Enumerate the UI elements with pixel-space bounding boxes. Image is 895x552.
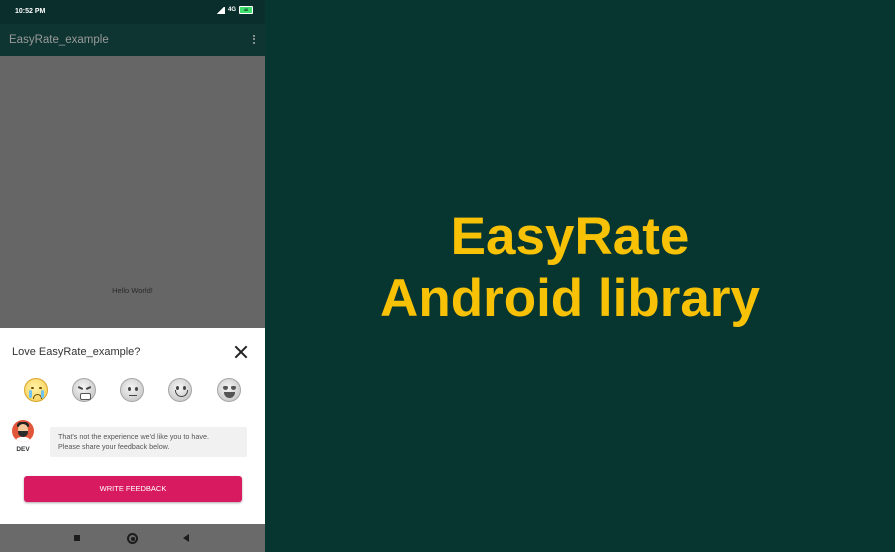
- status-time: 10:52 PM: [15, 8, 46, 15]
- battery-icon: 46: [239, 6, 253, 14]
- heart-eyes-face-icon[interactable]: [217, 378, 241, 402]
- back-icon[interactable]: [183, 534, 189, 542]
- rate-dialog: Love EasyRate_example? DEV That's not th…: [0, 328, 265, 524]
- message-bubble: That's not the experience we'd like you …: [50, 427, 247, 457]
- banner-line-1: EasyRate: [450, 207, 690, 266]
- app-title: EasyRate_example: [9, 34, 109, 46]
- angry-face-icon[interactable]: [72, 378, 96, 402]
- dialog-title: Love EasyRate_example?: [12, 346, 141, 358]
- status-icons: 4G 46: [215, 6, 253, 14]
- neutral-face-icon[interactable]: [120, 378, 144, 402]
- navigation-bar: [0, 524, 265, 552]
- main-content: Hello World!: [0, 56, 265, 328]
- phone-screen: 10:52 PM 4G 46 EasyRate_example Hello Wo…: [0, 0, 265, 552]
- close-icon[interactable]: [233, 344, 249, 360]
- dialog-message: That's not the experience we'd like you …: [58, 432, 209, 451]
- write-feedback-button[interactable]: WRITE FEEDBACK: [24, 476, 242, 502]
- dev-avatar: [12, 420, 34, 442]
- network-type: 4G: [227, 7, 236, 13]
- recent-apps-icon[interactable]: [74, 535, 80, 541]
- hello-text: Hello World!: [112, 286, 153, 295]
- status-bar: 10:52 PM 4G 46: [0, 0, 265, 24]
- more-vert-icon[interactable]: [252, 33, 256, 45]
- banner-headline: EasyRate Android library: [300, 206, 840, 330]
- app-bar: EasyRate_example: [0, 24, 265, 56]
- banner-line-2: Android library: [380, 269, 760, 328]
- signal-icon: [215, 6, 225, 14]
- home-icon[interactable]: [127, 533, 138, 544]
- crying-face-icon[interactable]: [24, 378, 48, 402]
- dev-label: DEV: [16, 446, 30, 453]
- smiling-face-icon[interactable]: [168, 378, 192, 402]
